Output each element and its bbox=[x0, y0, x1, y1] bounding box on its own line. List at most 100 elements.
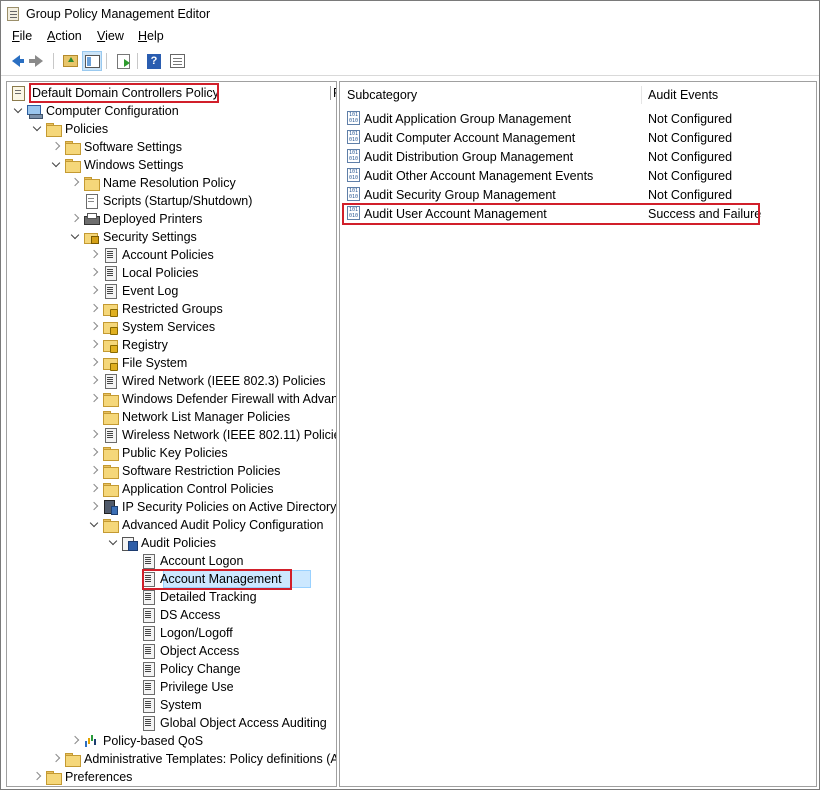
tree-node-software-settings[interactable]: Software Settings bbox=[7, 138, 336, 156]
tree-node-application-control-policies[interactable]: Application Control Policies bbox=[7, 480, 336, 498]
collapsed-chevron-icon[interactable] bbox=[89, 502, 99, 512]
console-tree-pane[interactable]: Default Domain Controllers PolicyPComput… bbox=[6, 81, 337, 787]
tree-node-logon-logoff[interactable]: Logon/Logoff bbox=[7, 624, 336, 642]
collapsed-chevron-icon[interactable] bbox=[89, 376, 99, 386]
tree-node-audit-policies[interactable]: Audit Policies bbox=[7, 534, 336, 552]
subcategory-row[interactable]: 101 010 Audit Application Group Managemen… bbox=[340, 109, 816, 128]
tree-node-label: Event Log bbox=[122, 284, 179, 298]
back-button[interactable] bbox=[6, 51, 26, 71]
export-list-button[interactable] bbox=[113, 51, 133, 71]
tree-node-policy-change[interactable]: Policy Change bbox=[7, 660, 336, 678]
tree-node-policies[interactable]: Policies bbox=[7, 120, 336, 138]
column-header-audit-events[interactable]: Audit Events bbox=[641, 82, 811, 108]
help-button[interactable]: ? bbox=[144, 51, 164, 71]
tree-node-account-logon[interactable]: Account Logon bbox=[7, 552, 336, 570]
collapsed-chevron-icon[interactable] bbox=[89, 286, 99, 296]
collapsed-chevron-icon[interactable] bbox=[89, 304, 99, 314]
gpme-window: Group Policy Management Editor File Acti… bbox=[0, 0, 820, 790]
tree-node-computer-configuration[interactable]: Computer Configuration bbox=[7, 102, 336, 120]
forward-button[interactable] bbox=[29, 51, 49, 71]
tree-node-label: Logon/Logoff bbox=[160, 626, 233, 640]
tree-node-restricted-groups[interactable]: Restricted Groups bbox=[7, 300, 336, 318]
audit-setting-icon: 101 010 bbox=[347, 130, 360, 144]
toolbar-separator bbox=[53, 53, 54, 69]
expanded-chevron-icon[interactable] bbox=[108, 538, 118, 548]
tree-node-ip-security-policies-on-active-directory[interactable]: IP Security Policies on Active Directory bbox=[7, 498, 336, 516]
collapsed-chevron-icon[interactable] bbox=[51, 754, 61, 764]
tree-node-label: Windows Settings bbox=[84, 158, 184, 172]
collapsed-chevron-icon[interactable] bbox=[70, 178, 80, 188]
collapsed-chevron-icon[interactable] bbox=[89, 394, 99, 404]
expanded-chevron-icon[interactable] bbox=[89, 520, 99, 530]
subcategory-row[interactable]: 101 010 Audit Computer Account Management… bbox=[340, 128, 816, 147]
collapsed-chevron-icon[interactable] bbox=[89, 466, 99, 476]
tree-node-scripts-startup-shutdown[interactable]: Scripts (Startup/Shutdown) bbox=[7, 192, 336, 210]
policy-icon bbox=[102, 265, 118, 281]
tree-node-label: Preferences bbox=[65, 770, 133, 784]
policy-icon bbox=[102, 247, 118, 263]
subcategory-row[interactable]: 101 010 Audit Security Group Management No… bbox=[340, 185, 816, 204]
collapsed-chevron-icon[interactable] bbox=[89, 340, 99, 350]
collapsed-chevron-icon[interactable] bbox=[70, 736, 80, 746]
tree-node-label: Policy Change bbox=[160, 662, 241, 676]
tree-node-deployed-printers[interactable]: Deployed Printers bbox=[7, 210, 336, 228]
user-account-management-highlight-box bbox=[342, 203, 760, 225]
script-icon bbox=[83, 193, 99, 209]
subcategory-row[interactable]: 101 010 Audit Other Account Management Ev… bbox=[340, 166, 816, 185]
network-policy-icon bbox=[102, 427, 118, 443]
collapsed-chevron-icon[interactable] bbox=[32, 772, 42, 782]
collapsed-chevron-icon[interactable] bbox=[89, 268, 99, 278]
collapsed-chevron-icon[interactable] bbox=[51, 142, 61, 152]
tree-node-wireless-network-ieee-802-11-policies[interactable]: Wireless Network (IEEE 802.11) Policies bbox=[7, 426, 336, 444]
collapsed-chevron-icon[interactable] bbox=[70, 214, 80, 224]
details-pane[interactable]: Subcategory Audit Events 101 010 Audit Ap… bbox=[339, 81, 817, 787]
help-icon: ? bbox=[147, 53, 161, 69]
tree-node-event-log[interactable]: Event Log bbox=[7, 282, 336, 300]
collapsed-chevron-icon[interactable] bbox=[89, 448, 99, 458]
tree-node-name-resolution-policy[interactable]: Name Resolution Policy bbox=[7, 174, 336, 192]
tree-node-detailed-tracking[interactable]: Detailed Tracking bbox=[7, 588, 336, 606]
tree-node-global-object-access-auditing[interactable]: Global Object Access Auditing bbox=[7, 714, 336, 732]
tree-node-windows-settings[interactable]: Windows Settings bbox=[7, 156, 336, 174]
tree-node-privilege-use[interactable]: Privilege Use bbox=[7, 678, 336, 696]
tree-node-public-key-policies[interactable]: Public Key Policies bbox=[7, 444, 336, 462]
menu-file[interactable]: File bbox=[10, 29, 34, 43]
tree-node-account-policies[interactable]: Account Policies bbox=[7, 246, 336, 264]
toolbar-separator bbox=[106, 53, 107, 69]
tree-node-local-policies[interactable]: Local Policies bbox=[7, 264, 336, 282]
menu-help[interactable]: Help bbox=[136, 29, 166, 43]
tree-node-wired-network-ieee-802-3-policies[interactable]: Wired Network (IEEE 802.3) Policies bbox=[7, 372, 336, 390]
tree-node-label: Local Policies bbox=[122, 266, 199, 280]
tree-node-administrative-templates-policy-definitions-a[interactable]: Administrative Templates: Policy definit… bbox=[7, 750, 336, 768]
tree-node-object-access[interactable]: Object Access bbox=[7, 642, 336, 660]
tree-node-software-restriction-policies[interactable]: Software Restriction Policies bbox=[7, 462, 336, 480]
collapsed-chevron-icon[interactable] bbox=[89, 358, 99, 368]
menu-action[interactable]: Action bbox=[45, 29, 84, 43]
tree-node-system-services[interactable]: System Services bbox=[7, 318, 336, 336]
collapsed-chevron-icon[interactable] bbox=[89, 250, 99, 260]
show-hide-console-tree-button[interactable] bbox=[82, 51, 102, 71]
tree-node-preferences[interactable]: Preferences bbox=[7, 768, 336, 786]
subcategory-row[interactable]: 101 010 Audit Distribution Group Manageme… bbox=[340, 147, 816, 166]
up-one-level-button[interactable] bbox=[60, 51, 80, 71]
properties-button[interactable] bbox=[167, 51, 187, 71]
expanded-chevron-icon[interactable] bbox=[13, 106, 23, 116]
tree-node-file-system[interactable]: File System bbox=[7, 354, 336, 372]
tree-node-network-list-manager-policies[interactable]: Network List Manager Policies bbox=[7, 408, 336, 426]
expanded-chevron-icon[interactable] bbox=[32, 124, 42, 134]
expanded-chevron-icon[interactable] bbox=[70, 232, 80, 242]
tree-node-windows-defender-firewall-with-advan[interactable]: Windows Defender Firewall with Advan bbox=[7, 390, 336, 408]
collapsed-chevron-icon[interactable] bbox=[89, 484, 99, 494]
expanded-chevron-icon[interactable] bbox=[51, 160, 61, 170]
menu-view[interactable]: View bbox=[95, 29, 126, 43]
tree-node-policy-based-qos[interactable]: Policy-based QoS bbox=[7, 732, 336, 750]
tree-node-security-settings[interactable]: Security Settings bbox=[7, 228, 336, 246]
tree-node-system[interactable]: System bbox=[7, 696, 336, 714]
tree-node-registry[interactable]: Registry bbox=[7, 336, 336, 354]
tree-node-advanced-audit-policy-configuration[interactable]: Advanced Audit Policy Configuration bbox=[7, 516, 336, 534]
collapsed-chevron-icon[interactable] bbox=[89, 322, 99, 332]
column-header-subcategory[interactable]: Subcategory bbox=[340, 82, 640, 108]
collapsed-chevron-icon[interactable] bbox=[89, 430, 99, 440]
policy-icon bbox=[140, 661, 156, 677]
tree-node-ds-access[interactable]: DS Access bbox=[7, 606, 336, 624]
